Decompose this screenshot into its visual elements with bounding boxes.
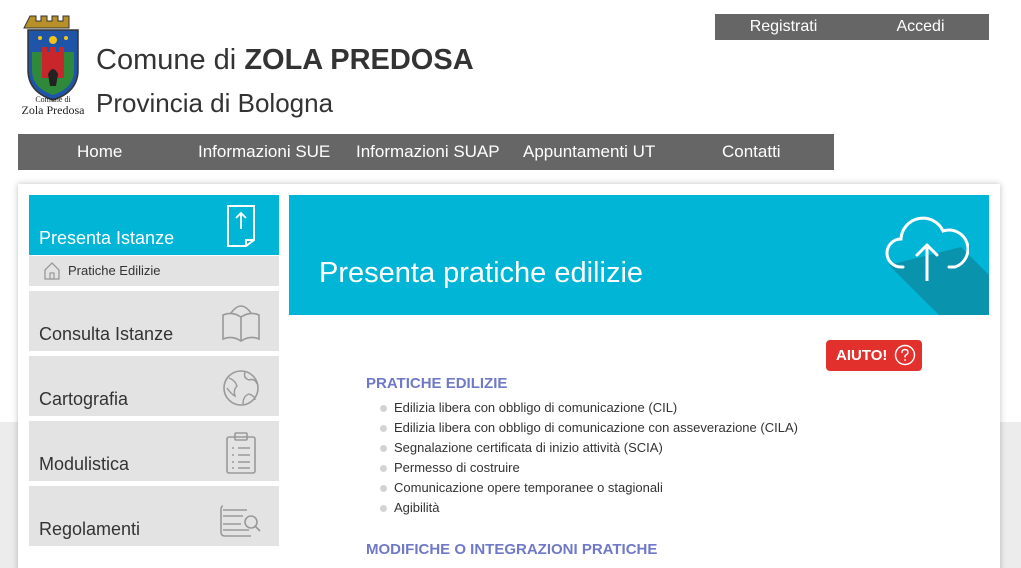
municipality-logo[interactable]: Comune di Zola Predosa <box>18 14 88 117</box>
nav-item-info-suap[interactable]: Informazioni SUAP <box>356 142 500 162</box>
sidebar-item-label: Presenta Istanze <box>39 228 175 248</box>
sidebar-subitem-pratiche-edilizie[interactable]: Pratiche Edilizie <box>29 256 279 286</box>
login-link[interactable]: Accedi <box>852 14 989 40</box>
list-item[interactable]: Edilizia libera con obbligo di comunicaz… <box>380 398 798 418</box>
list-item[interactable]: Edilizia libera con obbligo di comunicaz… <box>380 418 798 438</box>
list-item[interactable]: Segnalazione certificata di inizio attiv… <box>380 438 798 458</box>
sidebar-subitem-label: Pratiche Edilizie <box>68 263 161 278</box>
logo-caption-line2: Zola Predosa <box>21 103 85 117</box>
list-item[interactable]: Permesso di costruire <box>380 458 798 478</box>
list-item[interactable]: Agibilità <box>380 498 798 518</box>
sidebar-item-label: Consulta Istanze <box>39 324 174 344</box>
main-card: Presenta Istanze Pratiche Edilizie Consu… <box>18 184 1000 568</box>
nav-item-appuntamenti-ut[interactable]: Appuntamenti UT <box>523 142 655 162</box>
main-nav: Home Informazioni SUE Informazioni SUAP … <box>18 134 834 170</box>
page-banner: Presenta pratiche edilizie <box>289 195 989 315</box>
site-title-prefix: Comune di <box>96 44 237 76</box>
sidebar-item-presenta-istanze[interactable]: Presenta Istanze <box>29 195 279 255</box>
nav-item-contatti[interactable]: Contatti <box>722 142 781 162</box>
sidebar-item-label: Regolamenti <box>39 519 141 539</box>
section-title-modifiche-integrazioni: MODIFICHE O INTEGRAZIONI PRATICHE <box>366 541 658 558</box>
help-button-label: AIUTO! <box>836 347 888 364</box>
sidebar-item-cartografia[interactable]: Cartografia <box>29 356 279 416</box>
site-subtitle: Provincia di Bologna <box>96 88 334 118</box>
document-icon <box>227 205 255 247</box>
help-button[interactable]: AIUTO! <box>826 340 922 371</box>
sidebar-item-modulistica[interactable]: Modulistica <box>29 421 279 481</box>
globe-icon <box>223 370 259 406</box>
search-document-icon <box>220 505 261 537</box>
cloud-upload-icon <box>885 216 969 281</box>
sidebar-item-label: Cartografia <box>39 389 129 409</box>
auth-bar: Registrati Accedi <box>715 14 989 40</box>
site-title: Comune di ZOLA PREDOSA <box>96 44 474 77</box>
register-link[interactable]: Registrati <box>715 14 852 40</box>
question-circle-icon <box>894 344 916 366</box>
pratiche-list: Edilizia libera con obbligo di comunicaz… <box>380 398 798 518</box>
nav-item-info-sue[interactable]: Informazioni SUE <box>198 142 330 162</box>
sidebar-item-consulta-istanze[interactable]: Consulta Istanze <box>29 291 279 351</box>
clipboard-list-icon <box>226 432 256 474</box>
nav-item-home[interactable]: Home <box>77 142 122 162</box>
sidebar-item-regolamenti[interactable]: Regolamenti <box>29 486 279 546</box>
open-book-icon <box>222 305 260 342</box>
section-title-pratiche-edilizie: PRATICHE EDILIZIE <box>366 375 508 392</box>
banner-title: Presenta pratiche edilizie <box>319 257 644 289</box>
sidebar-item-label: Modulistica <box>39 454 130 474</box>
home-icon <box>44 262 60 280</box>
list-item[interactable]: Comunicazione opere temporanee o stagion… <box>380 478 798 498</box>
site-title-strong: ZOLA PREDOSA <box>244 44 474 76</box>
banner-long-shadow <box>889 247 989 315</box>
